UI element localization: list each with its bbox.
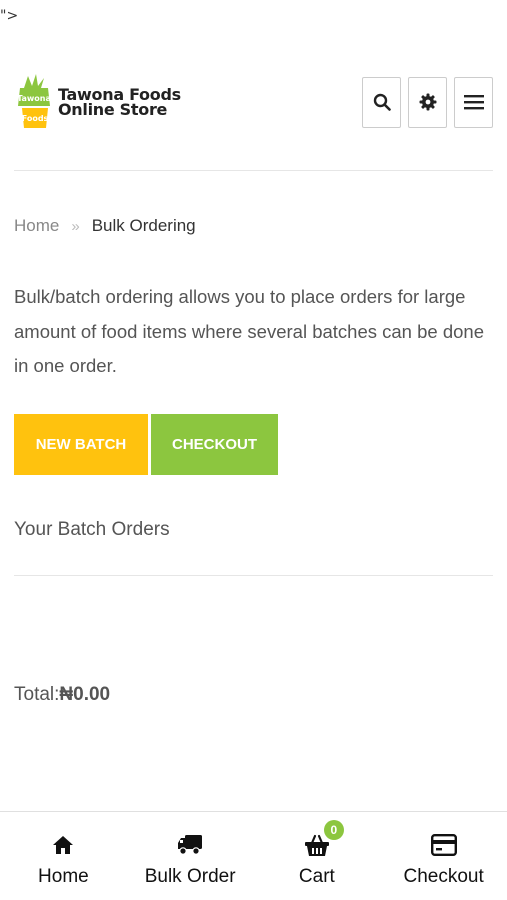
menu-button[interactable] <box>454 76 493 128</box>
breadcrumb-separator: » <box>71 217 80 235</box>
nav-checkout[interactable]: Checkout <box>380 812 507 900</box>
gear-icon <box>419 93 436 111</box>
intro-text: Bulk/batch ordering allows you to place … <box>14 286 484 376</box>
nav-cart[interactable]: 0 Cart <box>254 812 381 900</box>
nav-checkout-label: Checkout <box>403 866 484 887</box>
credit-card-icon <box>430 834 457 856</box>
logo-badge-icon: Tawona Foods <box>14 72 54 132</box>
store-logo[interactable]: Tawona Foods Tawona Foods Online Store <box>14 72 181 132</box>
logo-line-2: Online Store <box>58 100 168 119</box>
stray-markup-text: "> <box>0 8 19 24</box>
nav-bulk-order-label: Bulk Order <box>144 866 236 887</box>
order-total: Total: ₦0.00 <box>14 684 110 706</box>
menu-icon <box>463 95 484 110</box>
cart-count-badge: 0 <box>323 820 344 840</box>
logo-badge-bottom-text: Foods <box>22 114 49 123</box>
batch-orders-heading: Your Batch Orders <box>14 519 170 540</box>
nav-bulk-order[interactable]: Bulk Order <box>127 812 254 900</box>
total-label: Total: <box>14 684 60 705</box>
logo-badge-top-text: Tawona <box>17 94 51 103</box>
site-header: Tawona Foods Tawona Foods Online Store <box>14 72 493 132</box>
truck-icon <box>178 835 203 855</box>
total-value: ₦0.00 <box>59 684 111 705</box>
bottom-nav: Home Bulk Order 0 Cart Checkout <box>0 811 507 900</box>
search-button[interactable] <box>362 76 401 128</box>
header-divider <box>14 170 493 171</box>
search-icon <box>373 93 391 111</box>
settings-button[interactable] <box>408 76 447 128</box>
breadcrumb: Home » Bulk Ordering <box>14 216 196 236</box>
nav-home[interactable]: Home <box>0 812 127 900</box>
new-batch-button[interactable]: NEW BATCH <box>14 414 148 475</box>
nav-home-label: Home <box>38 866 89 887</box>
breadcrumb-current: Bulk Ordering <box>91 216 196 235</box>
batch-orders-divider <box>14 575 493 576</box>
checkout-button[interactable]: CHECKOUT <box>151 414 278 475</box>
home-icon <box>53 836 74 854</box>
breadcrumb-home-link[interactable]: Home <box>14 216 59 236</box>
batch-actions: NEW BATCH CHECKOUT <box>14 414 278 475</box>
nav-cart-label: Cart <box>298 866 335 887</box>
